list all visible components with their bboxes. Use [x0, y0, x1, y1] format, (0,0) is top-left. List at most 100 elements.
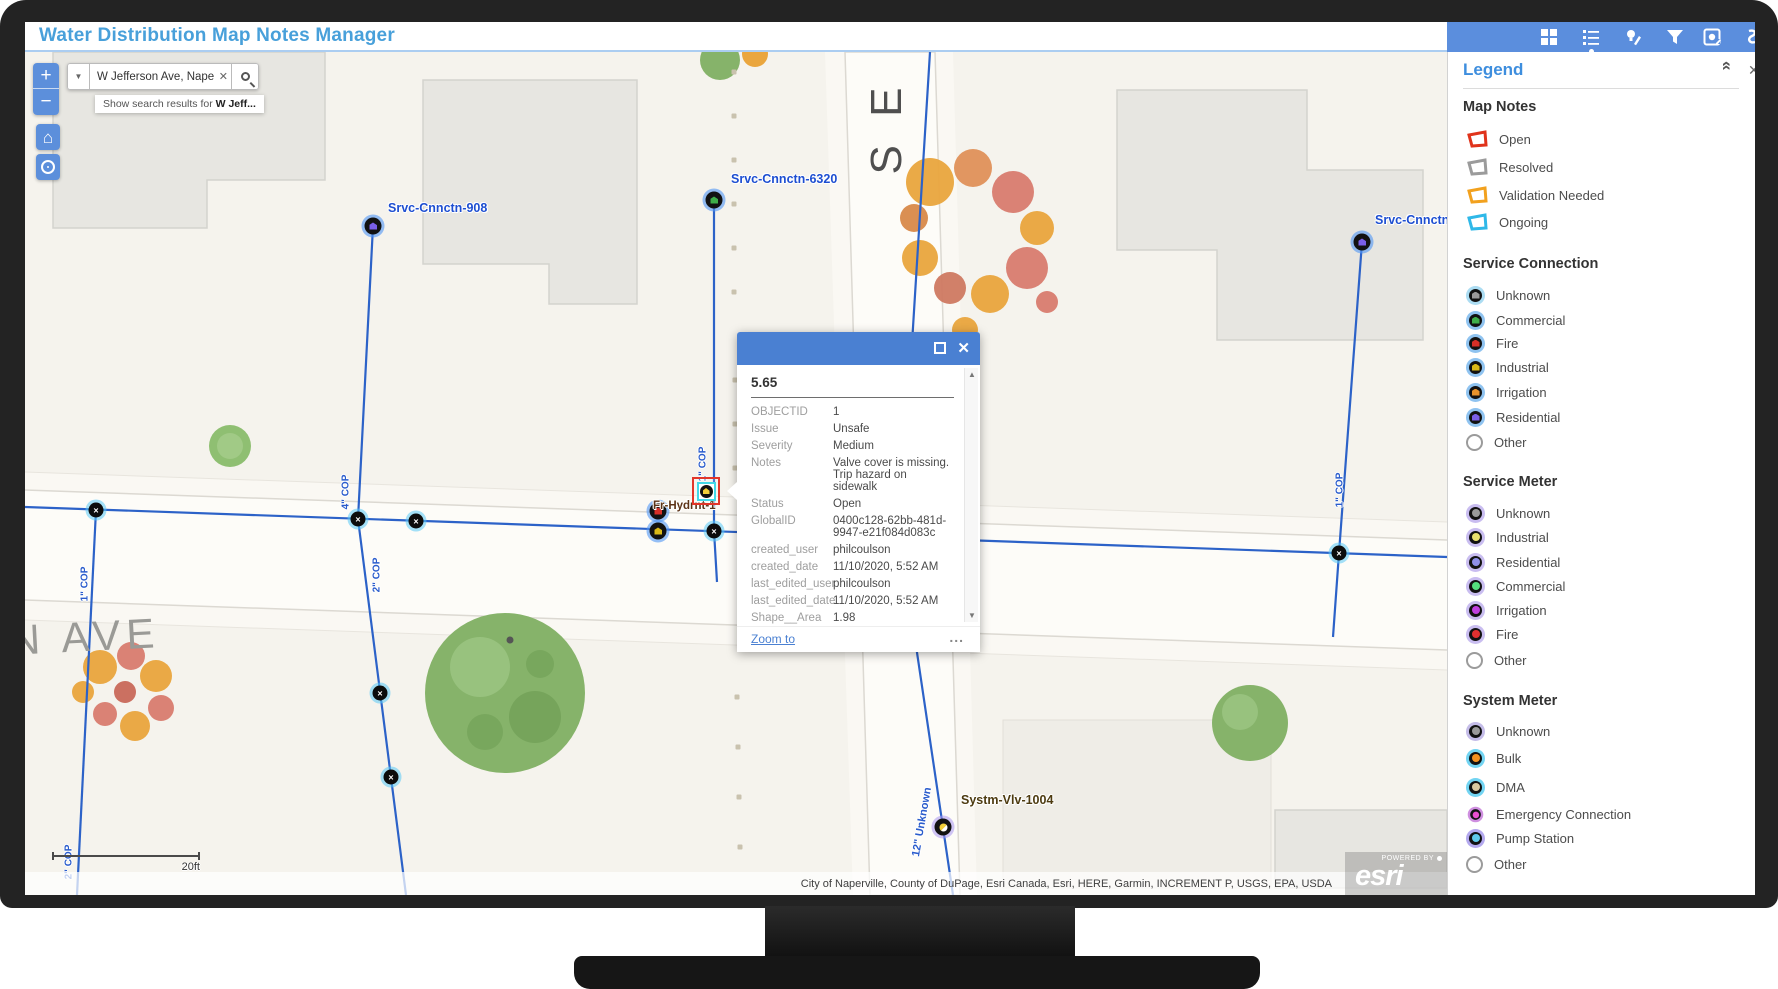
- attribution-bar: City of Naperville, County of DuPage, Es…: [25, 872, 1447, 895]
- street-label-s-e: S E: [862, 79, 911, 175]
- field-label: Issue: [751, 423, 779, 435]
- feature-label-srvc-cnnctn-clipped: Srvc-Cnnctn-: [1375, 213, 1447, 227]
- legend-section-system-meter: System Meter: [1463, 693, 1558, 709]
- popup-body: 5.65 OBJECTID 1 Issue Unsafe Severity Mediu…: [737, 365, 980, 626]
- field-value: philcoulson: [833, 578, 891, 590]
- layer-grid-icon[interactable]: [1540, 28, 1558, 46]
- pipe-label: 1" COP: [79, 566, 91, 602]
- more-widget-icon[interactable]: [1745, 28, 1755, 46]
- service-meter-fire-icon: [1466, 624, 1485, 644]
- pipe-label: 4" COP: [340, 474, 352, 510]
- scale-bar: 20ft: [52, 852, 200, 873]
- search-box: ▼ ✕: [67, 63, 259, 90]
- pipe-label: 1" COP: [1334, 472, 1346, 508]
- service-connection-fire-icon: [1466, 333, 1485, 353]
- service-connection-commercial-node[interactable]: [705, 191, 723, 209]
- feature-label-srvc-cnnctn-6320: Srvc-Cnnctn-6320: [731, 172, 838, 186]
- legend-panel-title: Legend: [1463, 60, 1524, 79]
- service-connection-unknown-icon: [1466, 285, 1485, 305]
- search-input[interactable]: [97, 64, 215, 89]
- widget-toolbar: [1447, 22, 1755, 52]
- esri-logo: POWERED BY esri: [1345, 852, 1447, 895]
- collapse-panel-icon[interactable]: «: [1718, 61, 1737, 79]
- popup-maximize-icon[interactable]: [934, 342, 946, 354]
- system-meter-other-icon: [1466, 855, 1483, 873]
- scroll-up-icon[interactable]: ▲: [965, 370, 979, 379]
- zoom-in-button[interactable]: +: [33, 63, 59, 89]
- search-suggestion[interactable]: Show search results for W Jeff...: [95, 95, 264, 113]
- service-connection-commercial-icon: [1466, 310, 1485, 330]
- zoom-to-link[interactable]: Zoom to: [751, 632, 795, 646]
- attribute-table-icon[interactable]: [1703, 28, 1721, 46]
- service-meter-commercial-icon: [1466, 576, 1485, 596]
- selected-hydrant-feature[interactable]: [692, 477, 720, 505]
- search-source-dropdown[interactable]: ▼: [67, 63, 89, 90]
- service-meter-other-icon: [1466, 651, 1483, 669]
- field-value: Unsafe: [833, 423, 870, 435]
- field-value: Medium: [833, 440, 874, 452]
- legend-item-label: Irrigation: [1496, 384, 1547, 400]
- system-meter-dma-icon: [1466, 777, 1485, 797]
- legend-item-label: Fire: [1496, 626, 1519, 642]
- popup-more-menu[interactable]: ...: [949, 629, 964, 645]
- system-valve-node[interactable]: ×: [383, 769, 399, 785]
- esri-logo-text: esri: [1355, 860, 1404, 892]
- field-label: Status: [751, 498, 784, 510]
- system-valve-1004-node[interactable]: [934, 818, 952, 836]
- system-valve-node[interactable]: ×: [706, 523, 722, 539]
- close-panel-icon[interactable]: ✕: [1748, 62, 1755, 79]
- filter-icon[interactable]: [1666, 28, 1684, 46]
- edit-icon[interactable]: [1624, 28, 1642, 46]
- system-valve-node[interactable]: ×: [350, 511, 366, 527]
- locate-icon: [41, 160, 55, 174]
- legend-item-label: Industrial: [1496, 529, 1549, 545]
- service-connection-industrial-icon: [1466, 357, 1485, 377]
- service-connection-residential-icon: [1466, 407, 1485, 427]
- scroll-down-icon[interactable]: ▼: [965, 611, 979, 620]
- system-valve-node[interactable]: ×: [372, 685, 388, 701]
- field-label: GlobalID: [751, 515, 796, 527]
- suggestion-text: Show search results for: [103, 98, 216, 110]
- service-connection-residential-node[interactable]: [364, 217, 382, 235]
- popup-scrollbar[interactable]: ▲ ▼: [964, 368, 978, 622]
- suggestion-term: W Jeff...: [215, 98, 256, 110]
- system-meter-unknown-icon: [1466, 721, 1485, 741]
- home-button[interactable]: ⌂: [36, 124, 60, 150]
- clear-search-icon[interactable]: ✕: [219, 70, 228, 83]
- legend-item-label: Other: [1494, 652, 1527, 668]
- legend-divider: [1463, 88, 1739, 89]
- field-value: 0400c128-62bb-481d-9947-e21f084d083c: [833, 515, 947, 539]
- legend-item-label: Pump Station: [1496, 830, 1575, 846]
- home-icon: ⌂: [42, 127, 54, 147]
- system-meter-emergency-connection-icon: [1467, 806, 1484, 822]
- legend-item-label: Other: [1494, 434, 1527, 450]
- legend-list-icon[interactable]: [1582, 28, 1600, 46]
- service-connection-industrial-node[interactable]: [649, 522, 667, 540]
- legend-item-label: Emergency Connection: [1496, 806, 1632, 822]
- page-title: Water Distribution Map Notes Manager: [39, 25, 395, 46]
- app-header: Water Distribution Map Notes Manager: [25, 22, 1447, 52]
- system-valve-node[interactable]: ×: [1331, 545, 1347, 561]
- service-connection-residential-node[interactable]: [1353, 233, 1371, 251]
- legend-item-label: Irrigation: [1496, 602, 1547, 618]
- field-label: Shape__Area: [751, 612, 822, 624]
- zoom-control: + −: [33, 63, 59, 115]
- validation-needed-note-icon: [1466, 186, 1488, 204]
- ongoing-note-icon: [1466, 213, 1488, 231]
- popup-header[interactable]: ✕: [737, 332, 980, 365]
- legend-item-label: Bulk: [1496, 750, 1522, 766]
- resolved-note-icon: [1466, 158, 1488, 176]
- search-button[interactable]: [231, 63, 259, 90]
- service-connection-irrigation-icon: [1466, 382, 1485, 402]
- zoom-out-button[interactable]: −: [33, 89, 59, 115]
- popup-footer: Zoom to ...: [737, 626, 980, 652]
- field-label: last_edited_date: [751, 595, 836, 607]
- legend-item-label: Unknown: [1496, 505, 1551, 521]
- open-note-icon: [1466, 130, 1488, 148]
- legend-section-map-notes: Map Notes: [1463, 99, 1537, 115]
- popup-close-icon[interactable]: ✕: [957, 339, 970, 357]
- system-valve-node[interactable]: ×: [408, 513, 424, 529]
- system-valve-node[interactable]: ×: [88, 502, 104, 518]
- map-canvas[interactable]: S E N AVE 4" COP 2" COP 1" COP 1" COP 1"…: [25, 52, 1447, 895]
- my-location-button[interactable]: [36, 154, 60, 180]
